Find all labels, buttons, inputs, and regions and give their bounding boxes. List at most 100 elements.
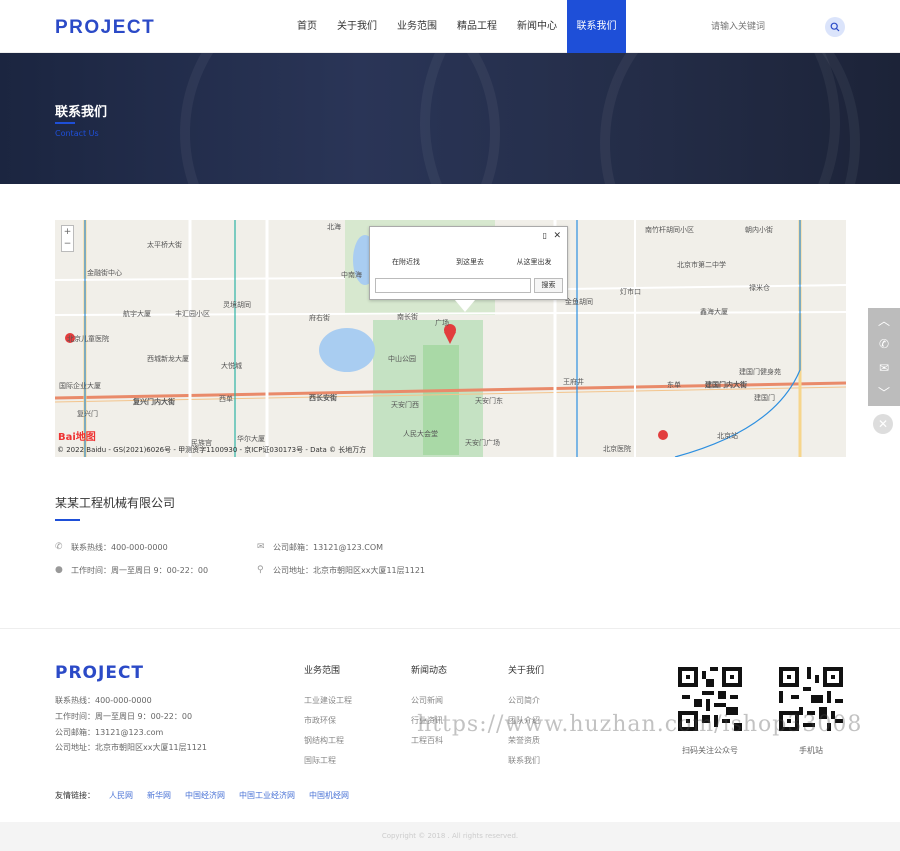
site-header: PROJECT 首页 关于我们 业务范围 精品工程 新闻中心 联系我们 [0,0,900,53]
map-label: 西城新龙大厦 [147,355,189,363]
map-label: 鑫海大厦 [700,308,728,316]
footer-email: 公司邮箱：13121@123.com [55,728,164,737]
header-search [711,16,846,38]
map-label: 国际企业大厦 [59,382,101,390]
qr-label-mobile: 手机站 [799,746,823,755]
map-label: 西长安街 [309,394,337,402]
map-label: 华尔大厦 [237,435,265,443]
contact-hours: ● 工作时间：周一至周日 9：00-22：00 [55,565,208,576]
contact-address-text: 公司地址：北京市朝阳区xx大厦11层1121 [273,566,426,575]
map-label: 东单 [667,381,681,389]
copyright: Copyright © 2018 . All rights reserved. [0,822,900,851]
map-label: 广场 [435,319,449,327]
map-label: 北京站 [717,432,738,440]
map-label: 建国门 [754,394,775,402]
friend-link[interactable]: 中国经济网 [185,790,225,801]
watermark: https://www.huzhan.com/ishop33008 [417,712,863,737]
mail-icon[interactable]: ✉ [868,356,900,380]
contact-phone: ✆ 联系热线：400-000-0000 [55,542,168,553]
location-icon: ⚲ [257,565,264,575]
nav-projects[interactable]: 精品工程 [447,0,507,53]
tab-go-here[interactable]: 到这里去 [438,255,502,269]
footer-link[interactable]: 钢结构工程 [304,735,344,746]
contact-address: ⚲ 公司地址：北京市朝阳区xx大厦11层1121 [257,565,425,576]
map-label: 中南海 [341,271,362,279]
phone-icon[interactable]: ▯ [543,231,547,240]
title-underline [55,122,75,124]
search-button[interactable] [825,17,845,37]
map-label: 天安门广场 [465,439,500,447]
map-label: 金鱼胡同 [565,298,593,306]
nav-business[interactable]: 业务范围 [387,0,447,53]
contact-email-text: 公司邮箱：13121@123.COM [273,543,384,552]
map-label: 西单 [219,395,233,403]
map-label: 复兴门 [77,410,98,418]
map-label: 灯市口 [620,288,641,296]
tab-nearby[interactable]: 在附近找 [374,255,438,269]
footer-col-news-title: 新闻动态 [411,666,448,676]
close-icon[interactable]: ✕ [553,231,561,241]
chevron-down-icon[interactable]: ﹀ [868,380,900,404]
contact-email: ✉ 公司邮箱：13121@123.COM [257,542,383,553]
tab-start-here[interactable]: 从这里出发 [502,255,566,269]
clock-icon: ● [55,565,63,575]
popup-tabs: 在附近找 到这里去 从这里出发 [374,255,566,269]
qr-label-wechat: 扫码关注公众号 [682,746,738,755]
map-label: 建国门健身苑 [739,368,781,376]
friend-links-label: 友情链接： [55,791,95,800]
page-title: 联系我们 [55,105,108,120]
nav-news[interactable]: 新闻中心 [507,0,567,53]
map-label: 复兴门内大街 [133,398,175,406]
map-popup: ▯ ✕ 在附近找 到这里去 从这里出发 搜索 [369,226,568,312]
search-input[interactable] [711,16,821,38]
search-icon [830,22,840,32]
map-label: 天安门东 [475,397,503,405]
nav-home[interactable]: 首页 [287,0,327,53]
map-label: 金融街中心 [87,269,122,277]
footer-logo[interactable]: PROJECT [55,663,144,683]
company-name: 某某工程机械有限公司 [55,496,176,510]
popup-search-button[interactable]: 搜索 [534,278,563,293]
map-label: 天安门西 [391,401,419,409]
footer-link[interactable]: 工业建设工程 [304,695,352,706]
baidu-logo[interactable]: Bai地图 [58,428,96,443]
location-map[interactable]: 金融街中心 北京儿童医院 西城新龙大厦 复兴门内大街 西长安街 中山公园 天安门… [55,220,846,457]
map-label: 北京儿童医院 [67,335,109,343]
map-copyright: © 2022 Baidu - GS(2021)6026号 - 甲测资字11009… [57,446,367,454]
friend-link[interactable]: 新华网 [147,790,171,801]
map-label: 太平桥大街 [147,241,182,249]
footer-col-business-title: 业务范围 [304,666,341,676]
footer-link[interactable]: 公司新闻 [411,695,443,706]
footer-link[interactable]: 国际工程 [304,755,336,766]
friend-link[interactable]: 中国机经网 [309,790,349,801]
map-label: 府右街 [309,314,330,322]
footer-link[interactable]: 市政环保 [304,715,336,726]
page-subtitle: Contact Us [55,129,99,138]
friend-link[interactable]: 中国工业经济网 [239,790,295,801]
footer-col-about-title: 关于我们 [508,666,545,676]
footer-address: 公司地址：北京市朝阳区xx大厦11层1121 [55,743,208,752]
map-label: 大悦城 [221,362,242,370]
friend-link[interactable]: 人民网 [109,790,133,801]
page-banner: 联系我们 Contact Us [0,53,900,184]
contact-hours-text: 工作时间：周一至周日 9：00-22：00 [71,566,209,575]
popup-search-input[interactable] [375,278,531,293]
chevron-up-icon[interactable]: ︿ [868,308,900,332]
nav-about[interactable]: 关于我们 [327,0,387,53]
map-label: 丰汇园小区 [175,310,210,318]
footer-link[interactable]: 公司简介 [508,695,540,706]
footer-phone: 联系热线：400-000-0000 [55,696,152,705]
nav-contact[interactable]: 联系我们 [567,0,626,53]
map-label: 北京市第二中学 [677,261,726,269]
mail-icon: ✉ [257,542,265,552]
site-logo[interactable]: PROJECT [55,17,155,39]
map-label: 灵境胡同 [223,301,251,309]
close-icon[interactable]: ✕ [873,414,893,434]
phone-icon[interactable]: ✆ [868,332,900,356]
popup-pointer [455,300,475,312]
map-label: 南竹杆胡同小区 [645,226,694,234]
friend-links: 友情链接： 人民网 新华网 中国经济网 中国工业经济网 中国机经网 [55,790,349,801]
map-zoom-control[interactable]: + − [61,225,74,252]
footer-link[interactable]: 联系我们 [508,755,540,766]
map-label: 人民大会堂 [403,430,438,438]
